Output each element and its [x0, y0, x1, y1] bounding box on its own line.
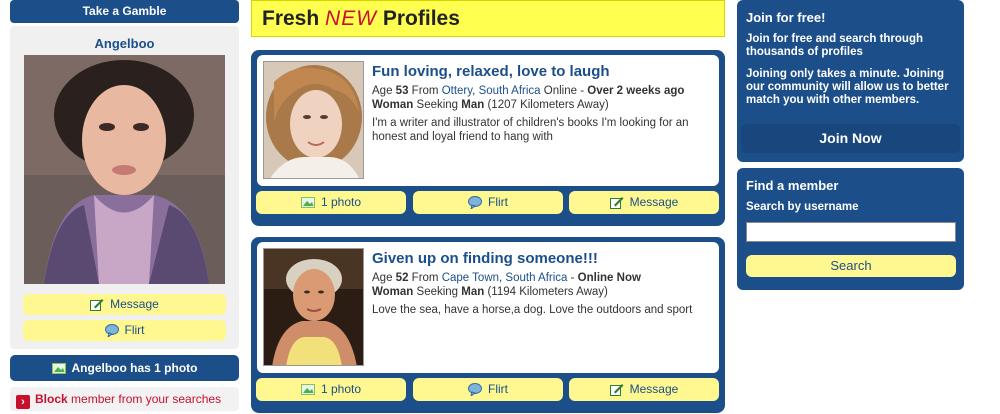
message-icon	[609, 384, 624, 396]
member-photo-count-label: Angelboo has 1 photo	[71, 361, 198, 375]
online-status: Online Now	[577, 272, 641, 284]
profile-text: Fun loving, relaxed, love to laugh Age 5…	[372, 63, 712, 144]
profile-description: I'm a writer and illustrator of children…	[372, 117, 689, 143]
featured-member-photo[interactable]	[24, 55, 225, 284]
block-rest-text: member from your searches	[67, 392, 222, 406]
online-label: -	[567, 272, 578, 284]
gender-value: Woman	[372, 99, 414, 111]
featured-message-label: Message	[110, 297, 159, 311]
search-button[interactable]: Search	[746, 255, 956, 277]
join-detail: Joining only takes a minute. Joining our…	[746, 68, 949, 106]
age-label: Age	[372, 272, 396, 284]
message-icon	[609, 197, 624, 209]
message-button[interactable]: Message	[569, 191, 719, 214]
block-arrow-icon: ›	[16, 395, 30, 409]
photo-icon	[300, 197, 315, 208]
fresh-profiles-header: Fresh NEW Profiles	[251, 0, 725, 37]
header-profiles: Profiles	[377, 7, 460, 30]
find-member-title: Find a member	[746, 178, 839, 193]
header-new: NEW	[325, 7, 378, 30]
featured-photo-image	[24, 55, 225, 284]
main-content: Fresh NEW Profiles Fun loving, relaxed, …	[251, 0, 725, 413]
join-panel: Join for free! Join for free and search …	[737, 0, 964, 162]
profile-body: Fun loving, relaxed, love to laugh Age 5…	[257, 55, 719, 186]
find-member-panel: Find a member Search by username Search	[737, 168, 964, 290]
message-button[interactable]: Message	[569, 378, 719, 401]
member-photo-count-button[interactable]: Angelboo has 1 photo	[10, 355, 239, 381]
profile-card: Fun loving, relaxed, love to laugh Age 5…	[251, 50, 725, 226]
profile-photo[interactable]	[263, 61, 364, 179]
flirt-button-label: Flirt	[488, 195, 508, 209]
search-by-username-label: Search by username	[746, 201, 859, 213]
profile-seeking: Woman Seeking Man (1194 Kilometers Away)	[372, 285, 712, 299]
city-link[interactable]: Ottery	[442, 85, 472, 97]
profile-photo-image	[264, 249, 363, 365]
featured-member-name[interactable]: Angelboo	[10, 26, 239, 53]
take-a-gamble-button[interactable]: Take a Gamble	[10, 0, 239, 23]
header-fresh: Fresh	[262, 7, 326, 30]
flirt-button-label: Flirt	[488, 382, 508, 396]
profile-card: Given up on finding someone!!! Age 52 Fr…	[251, 237, 725, 413]
profile-photo[interactable]	[263, 248, 364, 366]
from-label: From	[408, 85, 442, 97]
featured-member-box: Angelboo Message Flirt	[10, 26, 239, 349]
speech-bubble-icon	[104, 324, 119, 337]
flirt-button[interactable]: Flirt	[413, 191, 563, 214]
profile-description: Love the sea, have a horse,a dog. Love t…	[372, 304, 693, 316]
message-button-label: Message	[629, 195, 679, 209]
message-icon	[90, 299, 104, 311]
block-member-link[interactable]: › Block member from your searches	[10, 387, 239, 411]
distance-value: (1194 Kilometers Away)	[484, 286, 608, 298]
username-search-input[interactable]	[746, 222, 956, 242]
distance-value: (1207 Kilometers Away)	[484, 99, 609, 111]
online-label: Online -	[540, 85, 588, 97]
seeking-label: Seeking	[413, 286, 462, 298]
photo-button-label: 1 photo	[320, 195, 362, 209]
profile-headline[interactable]: Fun loving, relaxed, love to laugh	[372, 63, 712, 80]
photo-icon	[51, 363, 66, 374]
age-label: Age	[372, 85, 396, 97]
left-column: Take a Gamble Angelboo Message Flirt Ang…	[10, 0, 239, 411]
photo-icon	[300, 384, 315, 395]
seeking-value: Man	[461, 99, 485, 111]
featured-flirt-label: Flirt	[124, 323, 145, 337]
seeking-value: Man	[461, 286, 485, 298]
profile-headline[interactable]: Given up on finding someone!!!	[372, 250, 712, 267]
photo-button[interactable]: 1 photo	[256, 191, 406, 214]
right-column: Join for free! Join for free and search …	[737, 0, 964, 290]
profile-age-location: Age 52 From Cape Town, South Africa - On…	[372, 272, 641, 284]
speech-bubble-icon	[468, 196, 482, 209]
online-status: Over 2 weeks ago	[587, 85, 685, 97]
age-value: 53	[395, 85, 409, 97]
speech-bubble-icon	[468, 383, 482, 396]
city-link[interactable]: Cape Town	[442, 272, 499, 284]
join-title: Join for free!	[746, 10, 826, 25]
seeking-label: Seeking	[413, 99, 462, 111]
age-value: 52	[395, 272, 409, 284]
photo-button[interactable]: 1 photo	[256, 378, 406, 401]
gender-value: Woman	[372, 286, 414, 298]
country-link[interactable]: South Africa	[505, 272, 567, 284]
profile-photo-image	[264, 62, 363, 178]
from-label: From	[408, 272, 442, 284]
profile-seeking: Woman Seeking Man (1207 Kilometers Away)	[372, 98, 712, 112]
featured-message-button[interactable]: Message	[23, 294, 226, 315]
join-now-button[interactable]: Join Now	[741, 124, 960, 153]
country-link[interactable]: South Africa	[479, 85, 541, 97]
block-word: Block	[35, 392, 68, 406]
photo-button-label: 1 photo	[320, 382, 362, 396]
profile-age-location: Age 53 From Ottery, South Africa Online …	[372, 85, 685, 97]
profile-text: Given up on finding someone!!! Age 52 Fr…	[372, 250, 712, 317]
message-button-label: Message	[629, 382, 679, 396]
flirt-button[interactable]: Flirt	[413, 378, 563, 401]
profile-body: Given up on finding someone!!! Age 52 Fr…	[257, 242, 719, 373]
featured-flirt-button[interactable]: Flirt	[23, 320, 226, 341]
join-description: Join for free and search through thousan…	[746, 33, 923, 58]
